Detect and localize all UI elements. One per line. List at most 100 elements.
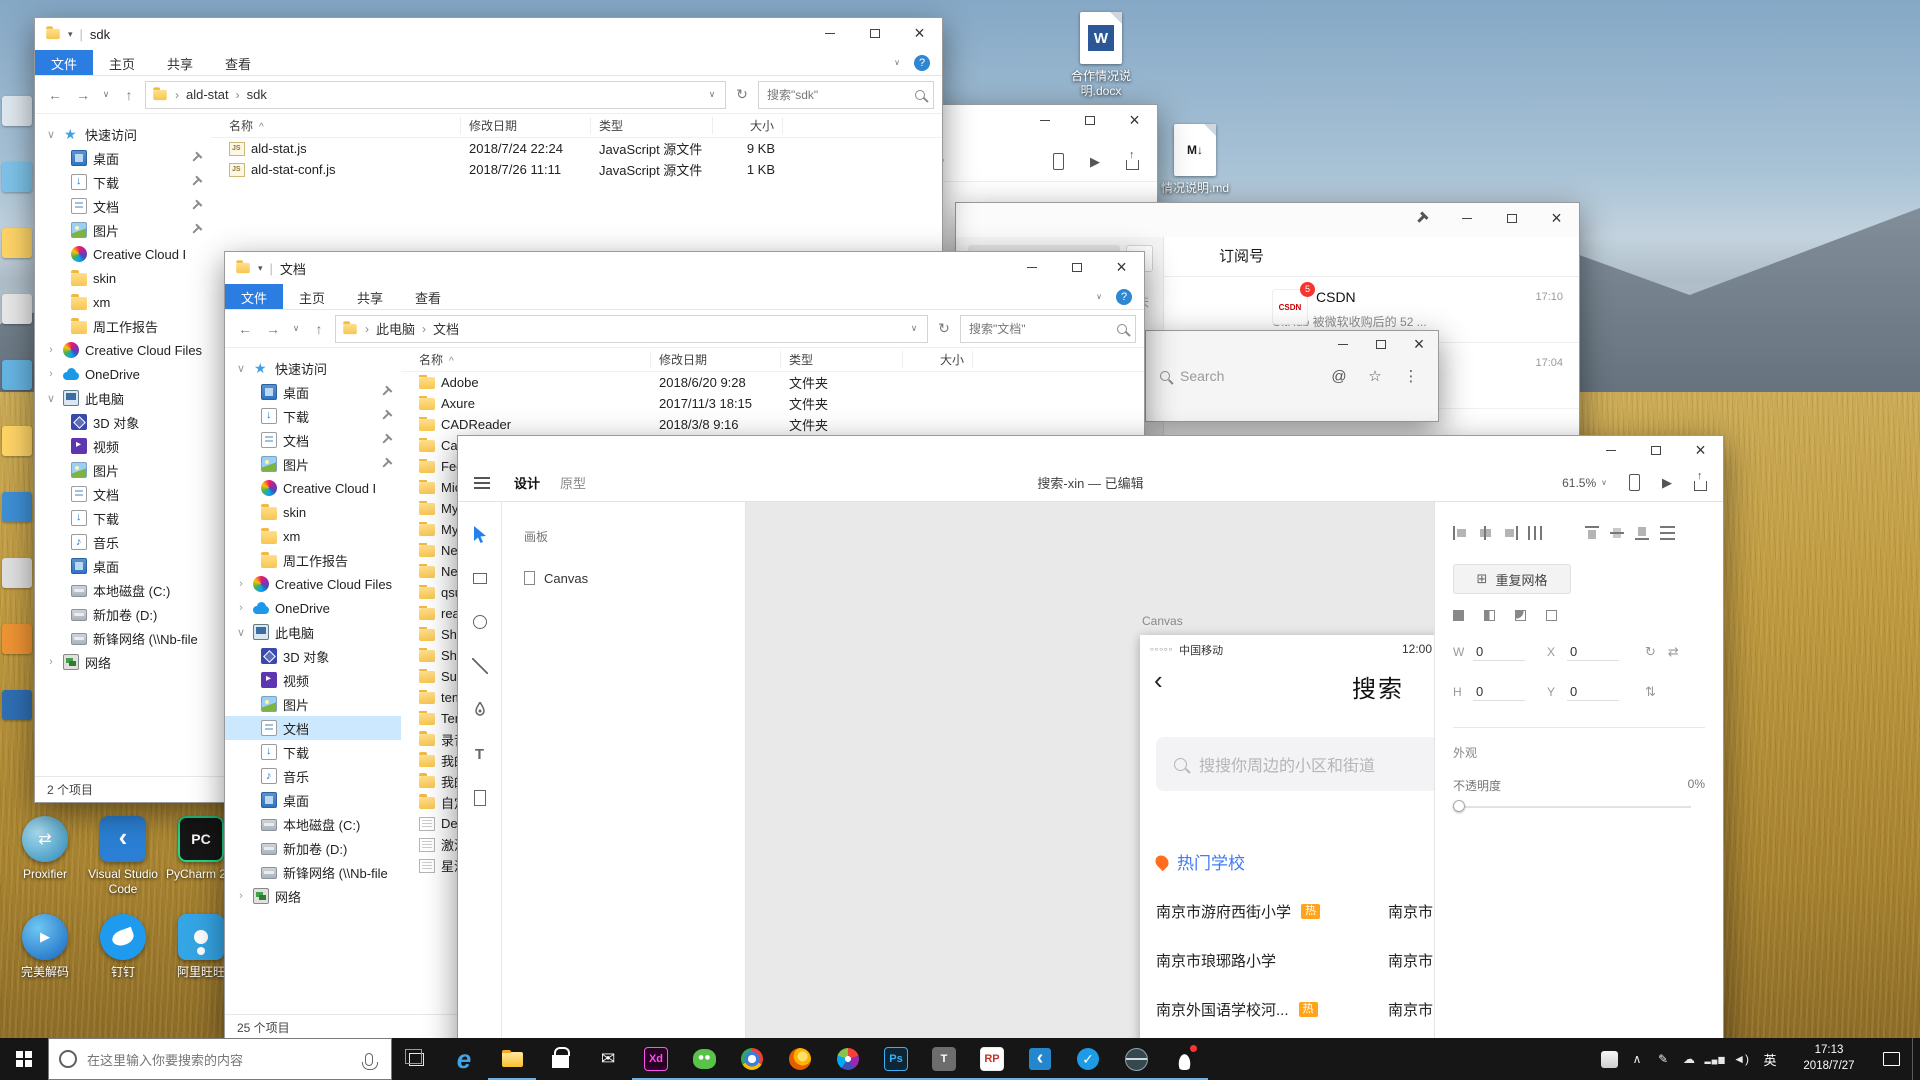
play-icon[interactable]: ▶ <box>1662 475 1672 491</box>
sidebar-item[interactable]: Creative Cloud Fil <box>225 476 401 500</box>
taskbar-app-icon[interactable] <box>1016 1038 1064 1080</box>
desktop-icon-clipped[interactable] <box>2 690 32 720</box>
y-field[interactable]: 0 <box>1567 683 1619 701</box>
forward-button[interactable]: → <box>71 87 95 103</box>
chevron-collapsed-icon[interactable] <box>235 602 247 614</box>
recent-locations-dropdown[interactable]: ∨ <box>289 323 303 334</box>
sidebar-item[interactable]: 下载 <box>35 506 211 530</box>
sidebar-item[interactable]: 文档 <box>225 428 401 452</box>
taskbar-app-icon[interactable] <box>776 1038 824 1080</box>
align-top-icon[interactable] <box>1585 526 1600 540</box>
help-icon[interactable] <box>914 54 930 71</box>
help-icon[interactable] <box>1116 288 1132 305</box>
tray-chevron-up-icon[interactable]: ∧ <box>1625 1052 1649 1066</box>
quick-access-node[interactable]: 快速访问 <box>35 122 211 146</box>
flip-vertical-icon[interactable]: ⇅ <box>1645 684 1656 700</box>
minimize-button[interactable] <box>1324 331 1362 357</box>
zoom-level-dropdown[interactable]: 61.5% ∨ <box>1562 476 1607 490</box>
maximize-button[interactable] <box>1054 252 1099 282</box>
rectangle-tool[interactable] <box>470 568 490 588</box>
volume-icon[interactable]: ◄) <box>1729 1052 1753 1066</box>
desktop-icon-clipped[interactable] <box>2 426 32 456</box>
rotate-icon[interactable]: ↻ <box>1645 644 1656 660</box>
column-header-type[interactable]: 类型 <box>591 117 713 134</box>
ribbon-tab[interactable]: 文件 <box>225 284 284 309</box>
sidebar-item[interactable]: 新锋网络 (\\Nb-file <box>225 860 401 884</box>
sidebar-item[interactable]: 下载 <box>35 170 211 194</box>
sidebar-item-network[interactable]: 网络 <box>35 650 211 674</box>
start-button[interactable] <box>0 1038 48 1080</box>
device-preview-icon[interactable] <box>1053 153 1064 170</box>
quick-access-node[interactable]: 快速访问 <box>225 356 401 380</box>
desktop-file-docx[interactable]: W 合作情况说明.docx <box>1056 12 1146 99</box>
input-language-indicator[interactable]: 英 <box>1755 1050 1785 1069</box>
exclude-icon[interactable] <box>1546 610 1557 621</box>
close-button[interactable] <box>1099 252 1144 282</box>
window-titlebar[interactable] <box>921 105 1157 142</box>
sidebar-item[interactable]: 图片 <box>225 452 401 476</box>
ribbon-tab[interactable]: 共享 <box>341 284 399 309</box>
minimize-button[interactable] <box>1022 105 1067 135</box>
ribbon-tab[interactable]: 查看 <box>399 284 457 309</box>
taskbar-search[interactable]: 在这里输入你要搜索的内容 <box>48 1038 392 1080</box>
star-icon[interactable]: ☆ <box>1362 367 1388 385</box>
search-box[interactable]: 搜索"sdk" <box>758 80 934 109</box>
intersect-icon[interactable] <box>1515 610 1526 621</box>
sidebar-item[interactable]: 桌面 <box>225 380 401 404</box>
column-header-name[interactable]: 名称 <box>221 117 461 134</box>
sidebar-item-creative-cloud[interactable]: Creative Cloud Files <box>225 572 401 596</box>
forward-button[interactable]: → <box>261 321 285 337</box>
sidebar-item[interactable]: 音乐 <box>35 530 211 554</box>
x-field[interactable]: 0 <box>1567 643 1619 661</box>
artboard[interactable]: ○○○○○ 中国移动 12:00 ‹ 搜索 搜搜你周边的小区和街道 热门学校 南… <box>1140 635 1434 1079</box>
sidebar-item[interactable]: 音乐 <box>225 764 401 788</box>
sidebar-item[interactable]: 图片 <box>35 458 211 482</box>
quick-access-toolbar-dropdown[interactable]: ▾ <box>258 263 263 274</box>
flip-horizontal-icon[interactable]: ⇄ <box>1668 644 1679 660</box>
taskbar-app-icon[interactable] <box>1160 1038 1208 1080</box>
ribbon-tab[interactable]: 文件 <box>35 50 94 75</box>
sidebar-item[interactable]: 下载 <box>225 404 401 428</box>
menu-icon[interactable] <box>474 476 490 489</box>
taskbar-app-icon[interactable]: Xd <box>632 1038 680 1080</box>
file-row[interactable]: Axure 2017/11/3 18:15 文件夹 <box>401 393 1144 414</box>
desktop-shortcut[interactable]: Visual Studio Code <box>84 816 162 914</box>
sidebar-item[interactable]: 文档 <box>35 482 211 506</box>
line-tool[interactable] <box>470 656 490 676</box>
back-button[interactable]: ← <box>43 87 67 103</box>
ribbon-tab[interactable]: 主页 <box>283 284 341 309</box>
window-titlebar[interactable]: ▾ | 文档 <box>225 252 1144 284</box>
desktop-icon-clipped[interactable] <box>2 294 32 324</box>
minimize-button[interactable] <box>1009 252 1054 282</box>
chevron-collapsed-icon[interactable] <box>235 578 247 590</box>
this-pc-node[interactable]: 此电脑 <box>35 386 211 410</box>
mention-icon[interactable]: @ <box>1326 368 1352 385</box>
sidebar-item[interactable]: 新加卷 (D:) <box>35 602 211 626</box>
sidebar-item[interactable]: 视频 <box>35 434 211 458</box>
desktop-file-md[interactable]: M↓ 情况说明.md <box>1150 124 1240 196</box>
breadcrumb-segment[interactable]: ald-stat <box>172 87 233 102</box>
refresh-icon[interactable]: ↻ <box>932 320 956 337</box>
artboard-tool[interactable] <box>470 788 490 808</box>
adobe-xd-window[interactable]: 设计 原型 搜索-xin — 已编辑 61.5%∨ ▶ T 画板 Canvas <box>457 435 1724 1080</box>
align-bottom-icon[interactable] <box>1635 526 1650 540</box>
taskbar-app-icon[interactable] <box>1112 1038 1160 1080</box>
sidebar-item[interactable]: 新锋网络 (\\Nb-file <box>35 626 211 650</box>
address-dropdown[interactable]: ∨ <box>907 323 921 334</box>
up-button[interactable]: ↑ <box>117 87 141 103</box>
canvas[interactable]: Canvas ○○○○○ 中国移动 12:00 ‹ 搜索 搜搜你周边的小区和街道… <box>746 502 1434 1079</box>
search-box[interactable]: 搜索"文档" <box>960 314 1136 343</box>
sidebar-item[interactable]: 周工作报告 <box>35 314 211 338</box>
sidebar-item-onedrive[interactable]: OneDrive <box>225 596 401 620</box>
width-field[interactable]: 0 <box>1473 643 1525 661</box>
share-icon[interactable] <box>1694 470 1707 491</box>
taskbar-app-icon[interactable] <box>440 1038 488 1080</box>
close-button[interactable] <box>1534 203 1579 233</box>
sidebar-item[interactable]: 周工作报告 <box>225 548 401 572</box>
chevron-expanded-icon[interactable] <box>45 392 57 405</box>
sidebar-item-creative-cloud[interactable]: Creative Cloud Files <box>35 338 211 362</box>
ellipse-tool[interactable] <box>470 612 490 632</box>
desktop-shortcut[interactable]: 完美解码 <box>6 914 84 1012</box>
device-preview-icon[interactable] <box>1629 474 1640 491</box>
breadcrumb-segment[interactable]: sdk <box>233 87 271 102</box>
